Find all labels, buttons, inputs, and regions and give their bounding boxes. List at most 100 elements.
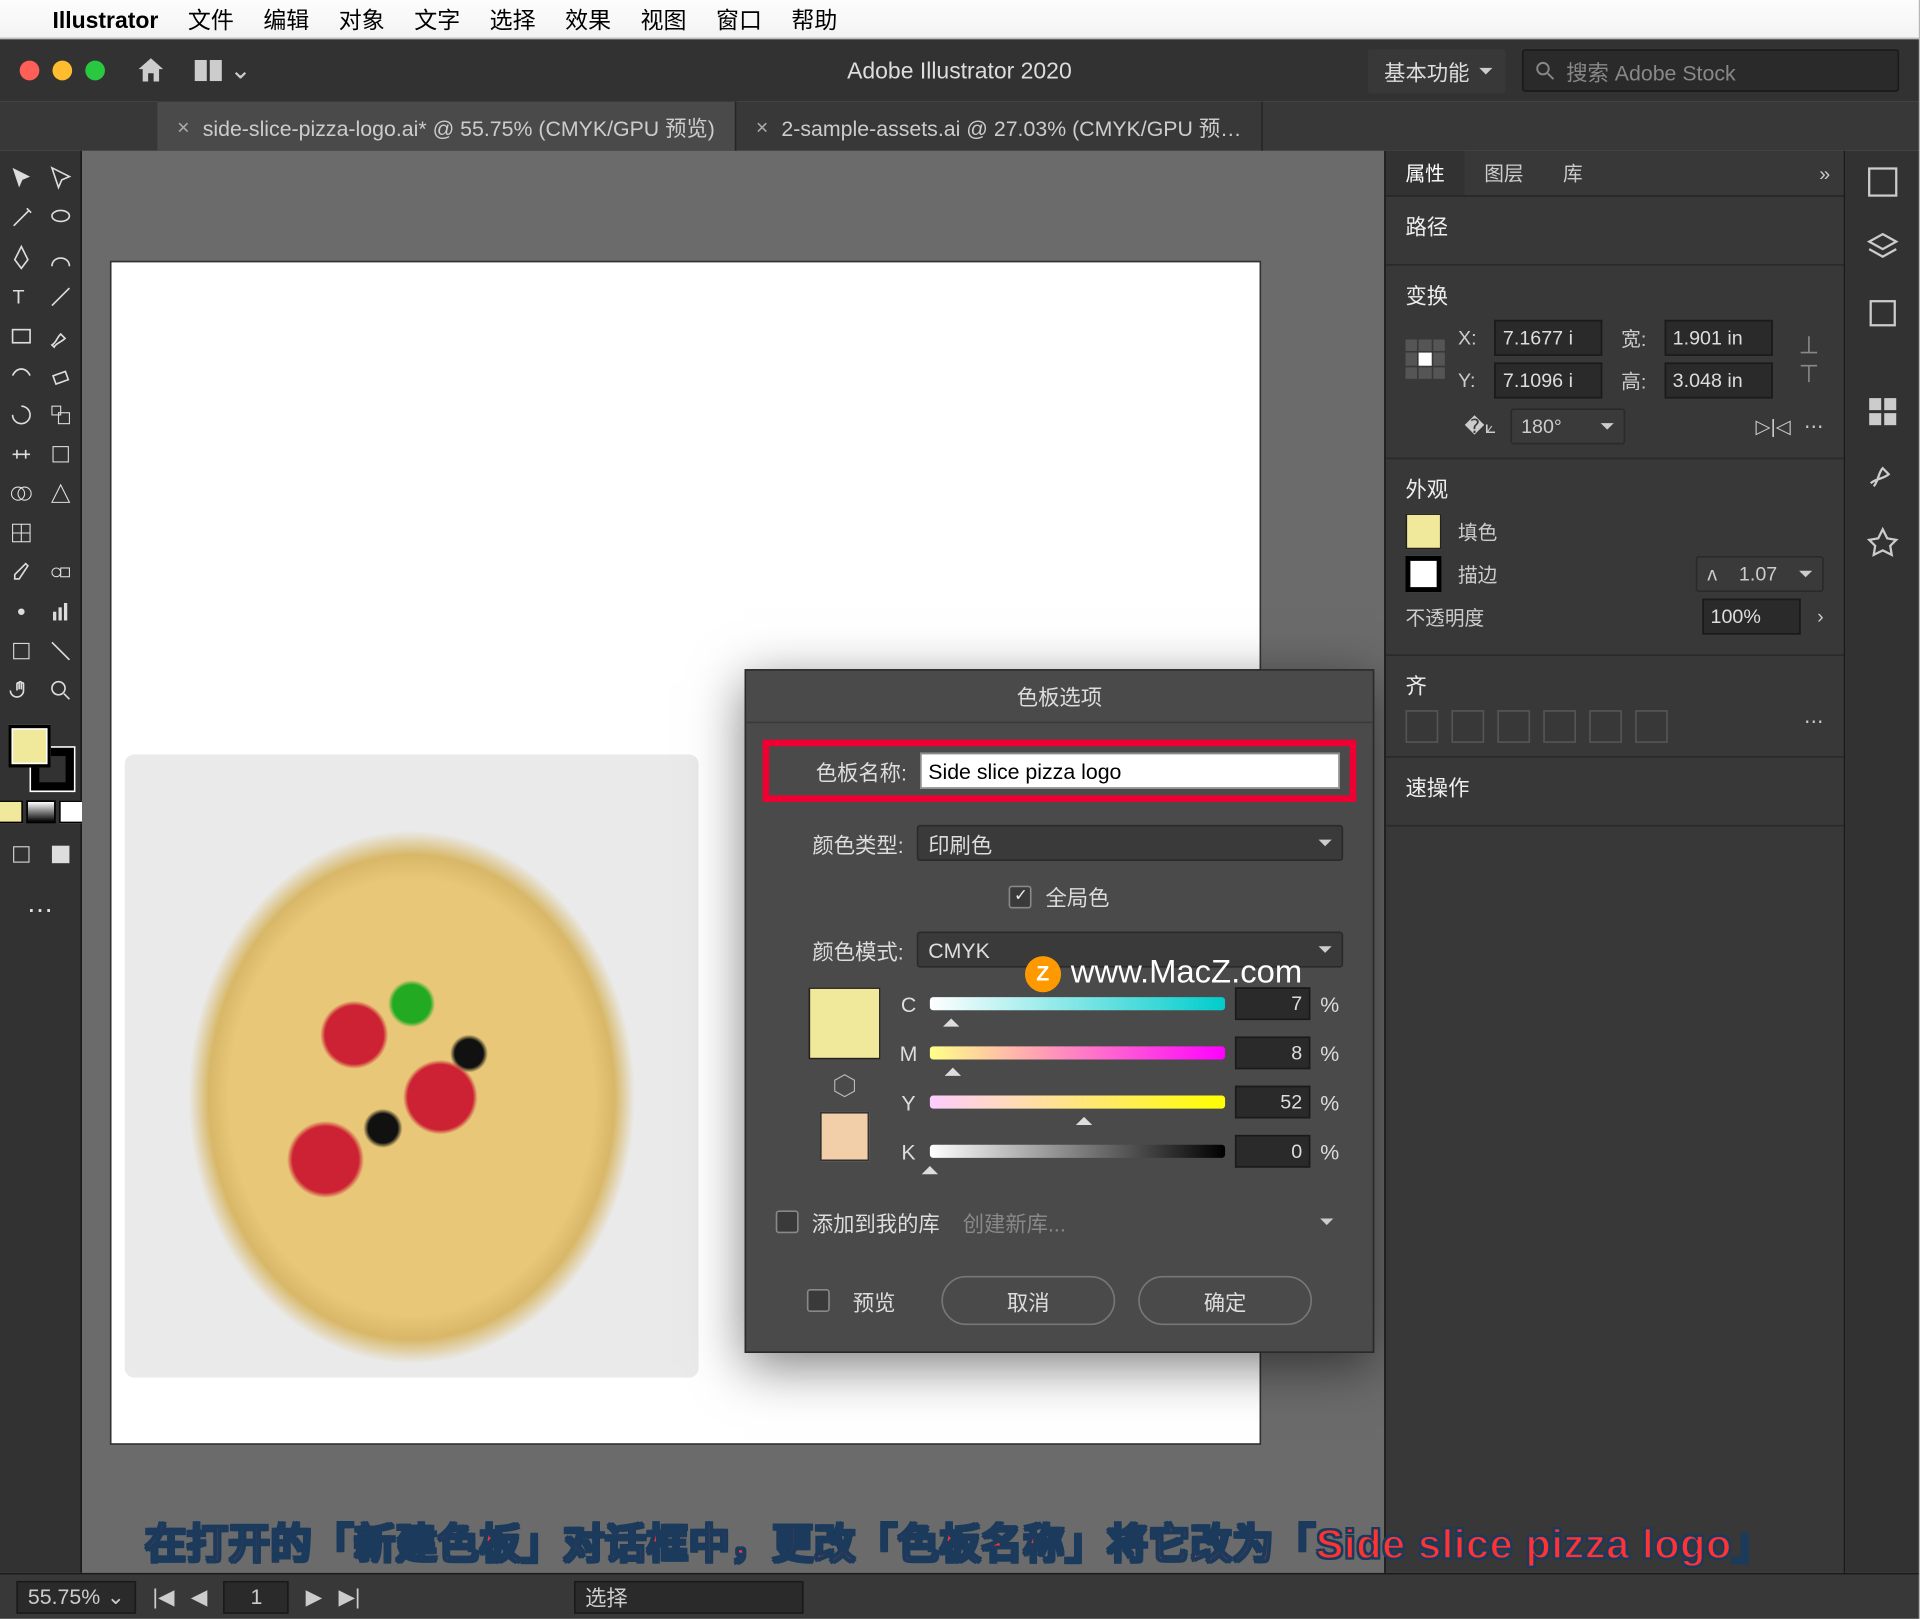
ok-button[interactable]: 确定 [1138,1276,1312,1325]
symbols-panel-icon[interactable] [1864,525,1900,561]
k-value-input[interactable] [1235,1135,1310,1168]
k-slider[interactable] [930,1145,1225,1158]
x-input[interactable] [1495,320,1603,356]
fill-stroke-indicator[interactable] [7,725,73,791]
libraries-panel-icon[interactable] [1864,295,1900,331]
free-transform-tool-icon[interactable] [42,436,78,472]
column-graph-tool-icon[interactable] [42,594,78,630]
y-slider[interactable] [930,1096,1225,1109]
home-icon[interactable] [134,54,167,87]
curvature-tool-icon[interactable] [42,239,78,275]
zoom-tool-icon[interactable] [42,672,78,708]
reference-point[interactable] [1405,339,1444,378]
page-input[interactable]: 1 [224,1580,290,1613]
last-page-icon[interactable]: ▶| [338,1583,360,1609]
create-library-dropdown[interactable]: 创建新库... [953,1204,1343,1240]
fill-color-swatch[interactable] [1405,513,1441,549]
color-mode-icon[interactable] [0,800,22,823]
flip-horizontal-icon[interactable]: ▷|◁ [1755,415,1790,438]
more-options-icon[interactable]: ⋯ [1804,415,1824,438]
mac-menu-edit[interactable]: 编辑 [263,2,309,35]
m-slider[interactable] [930,1046,1225,1059]
fill-swatch[interactable] [7,725,50,768]
gradient-tool-icon[interactable] [42,515,78,551]
panel-tab-libraries[interactable]: 库 [1543,151,1602,195]
panel-tab-layers[interactable]: 图层 [1465,151,1544,195]
rotate-tool-icon[interactable] [2,397,38,433]
mac-menu-type[interactable]: 文字 [414,2,460,35]
type-tool-icon[interactable]: T [2,279,38,315]
rectangle-tool-icon[interactable] [2,318,38,354]
h-input[interactable] [1664,362,1772,398]
properties-panel-icon[interactable] [1864,164,1900,200]
symbol-sprayer-tool-icon[interactable] [2,594,38,630]
align-bottom-icon[interactable] [1635,710,1668,743]
artboard-tool-icon[interactable] [2,633,38,669]
draw-mode-icon[interactable] [2,836,38,872]
canvas[interactable]: 色板选项 色板名称: 颜色类型: 印刷色 全局色 颜色模式: CMYK [82,151,1384,1573]
brushes-panel-icon[interactable] [1864,459,1900,495]
swatches-panel-icon[interactable] [1864,394,1900,430]
document-tab[interactable]: × 2-sample-assets.ai @ 27.03% (CMYK/GPU … [736,102,1263,151]
align-hcenter-icon[interactable] [1451,710,1484,743]
window-maximize-icon[interactable] [85,61,105,81]
blend-tool-icon[interactable] [42,554,78,590]
mac-menu-object[interactable]: 对象 [339,2,385,35]
align-left-icon[interactable] [1405,710,1438,743]
link-wh-icon[interactable] [1794,330,1824,389]
cancel-button[interactable]: 取消 [941,1276,1115,1325]
window-close-icon[interactable] [20,61,40,81]
chevron-down-icon[interactable]: ⌄ [230,54,252,87]
preview-checkbox[interactable] [807,1289,830,1312]
opacity-input[interactable] [1702,599,1800,635]
zoom-level-dropdown[interactable]: 55.75%⌄ [16,1580,136,1613]
gradient-mode-icon[interactable] [25,800,55,823]
swatch-name-input[interactable] [920,753,1340,789]
mac-menu-effect[interactable]: 效果 [565,2,611,35]
panel-collapse-icon[interactable]: » [1806,162,1843,185]
width-tool-icon[interactable] [2,436,38,472]
eraser-tool-icon[interactable] [42,358,78,394]
align-right-icon[interactable] [1497,710,1530,743]
slice-tool-icon[interactable] [42,633,78,669]
mesh-tool-icon[interactable] [2,515,38,551]
opacity-flyout-icon[interactable]: › [1817,605,1824,628]
pen-tool-icon[interactable] [2,239,38,275]
workspace-dropdown[interactable]: 基本功能 [1368,48,1506,92]
w-input[interactable] [1664,320,1772,356]
selection-status[interactable]: 选择 [574,1580,804,1613]
screen-mode-icon[interactable] [42,836,78,872]
add-to-library-checkbox[interactable] [776,1210,799,1233]
c-slider[interactable] [930,997,1225,1010]
direct-selection-tool-icon[interactable] [42,161,78,197]
global-checkbox[interactable] [1009,885,1032,908]
line-tool-icon[interactable] [42,279,78,315]
mac-menu-window[interactable]: 窗口 [716,2,762,35]
shaper-tool-icon[interactable] [2,358,38,394]
window-minimize-icon[interactable] [52,61,72,81]
hand-tool-icon[interactable] [2,672,38,708]
perspective-tool-icon[interactable] [42,476,78,512]
scale-tool-icon[interactable] [42,397,78,433]
magic-wand-tool-icon[interactable] [2,200,38,236]
next-page-icon[interactable]: ▶ [306,1583,322,1609]
close-tab-icon[interactable]: × [177,114,189,139]
mac-menu-select[interactable]: 选择 [490,2,536,35]
arrange-documents-icon[interactable] [190,52,226,88]
stock-search-input[interactable]: 搜索 Adobe Stock [1522,49,1899,92]
prev-page-icon[interactable]: ◀ [191,1583,207,1609]
more-options-icon[interactable]: ⋯ [1804,710,1824,743]
stroke-weight-input[interactable]: ᴧ1.07 [1696,556,1824,592]
m-value-input[interactable] [1235,1036,1310,1069]
color-type-dropdown[interactable]: 印刷色 [917,825,1343,861]
angle-dropdown[interactable]: 180° [1510,408,1625,444]
mac-menu-help[interactable]: 帮助 [791,2,837,35]
first-page-icon[interactable]: |◀ [153,1583,175,1609]
mac-menu-file[interactable]: 文件 [188,2,234,35]
edit-toolbar-icon[interactable]: ⋯ [19,892,62,928]
document-tab[interactable]: × side-slice-pizza-logo.ai* @ 55.75% (CM… [157,102,736,151]
paintbrush-tool-icon[interactable] [42,318,78,354]
eyedropper-tool-icon[interactable] [2,554,38,590]
close-tab-icon[interactable]: × [756,114,768,139]
lasso-tool-icon[interactable] [42,200,78,236]
